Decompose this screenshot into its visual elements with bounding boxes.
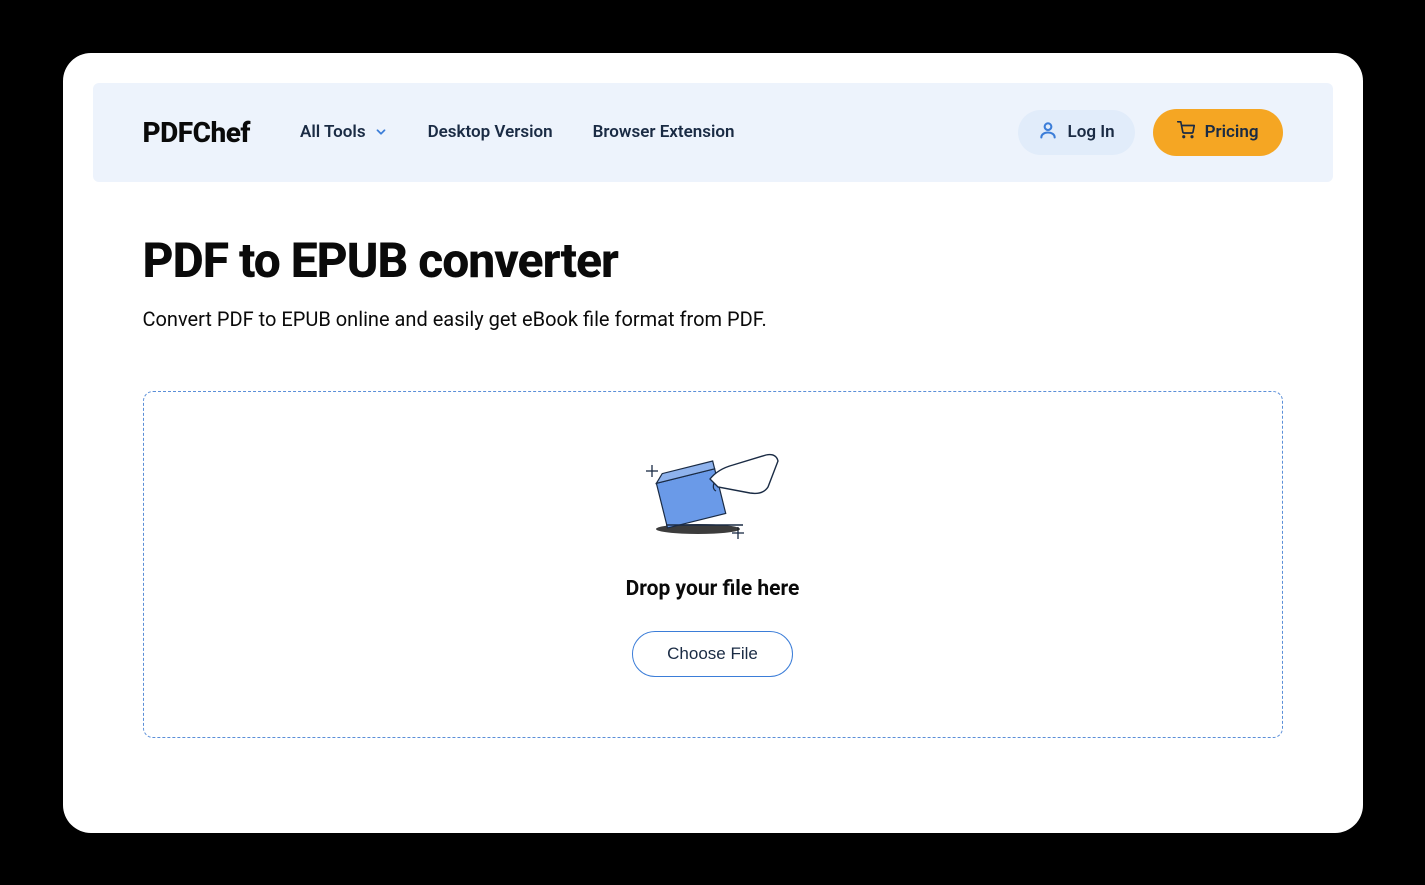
pricing-label: Pricing bbox=[1205, 122, 1259, 142]
main-content: PDF to EPUB converter Convert PDF to EPU… bbox=[63, 182, 1363, 788]
cart-icon bbox=[1177, 121, 1195, 144]
dropzone-text: Drop your file here bbox=[626, 577, 800, 601]
login-label: Log In bbox=[1068, 122, 1115, 142]
page-title: PDF to EPUB converter bbox=[143, 232, 1283, 289]
nav-browser-extension[interactable]: Browser Extension bbox=[593, 122, 735, 142]
main-nav: All Tools Desktop Version Browser Extens… bbox=[300, 122, 998, 142]
header: PDFChef All Tools Desktop Version Browse… bbox=[93, 83, 1333, 182]
login-button[interactable]: Log In bbox=[1018, 110, 1135, 155]
drop-file-illustration-icon bbox=[638, 447, 788, 547]
nav-all-tools-label: All Tools bbox=[300, 122, 366, 142]
app-window: PDFChef All Tools Desktop Version Browse… bbox=[63, 53, 1363, 833]
header-actions: Log In Pricing bbox=[1018, 109, 1283, 156]
file-dropzone[interactable]: Drop your file here Choose File bbox=[143, 391, 1283, 738]
user-icon bbox=[1038, 120, 1058, 145]
brand-logo[interactable]: PDFChef bbox=[143, 116, 251, 149]
chevron-down-icon bbox=[374, 125, 388, 139]
choose-file-button[interactable]: Choose File bbox=[632, 631, 793, 677]
page-subtitle: Convert PDF to EPUB online and easily ge… bbox=[143, 307, 1283, 331]
pricing-button[interactable]: Pricing bbox=[1153, 109, 1283, 156]
nav-all-tools[interactable]: All Tools bbox=[300, 122, 388, 142]
nav-desktop-version[interactable]: Desktop Version bbox=[428, 122, 553, 142]
